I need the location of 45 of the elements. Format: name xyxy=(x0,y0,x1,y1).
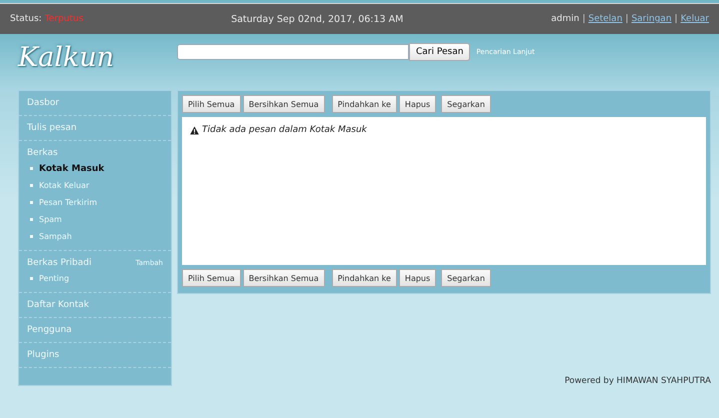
bullet-icon xyxy=(30,201,33,204)
nav-item[interactable]: Dasbor xyxy=(27,98,60,108)
folder-item[interactable]: Kotak Keluar xyxy=(39,181,90,190)
search-button[interactable]: Cari Pesan xyxy=(409,43,470,61)
toolbar-button[interactable]: Bersihkan Semua xyxy=(242,95,325,113)
search-field[interactable] xyxy=(177,44,409,60)
folder-item[interactable]: Penting xyxy=(39,274,70,283)
bullet-icon xyxy=(30,184,33,187)
logo[interactable]: Kalkun xyxy=(18,42,158,72)
toolbar-button[interactable]: Segarkan xyxy=(441,95,491,113)
empty-message: Tidak ada pesan dalam Kotak Masuk xyxy=(202,125,367,135)
toolbar-button[interactable]: Hapus xyxy=(398,269,436,287)
nav-item[interactable]: Pengguna xyxy=(27,325,72,335)
top-link[interactable]: Keluar xyxy=(680,14,709,24)
status-value: Terputus xyxy=(44,14,84,24)
footer-text: Powered by HIMAWAN SYAHPUTRA xyxy=(564,376,711,386)
date-time: Saturday Sep 02nd, 2017, 06:13 AM xyxy=(231,14,404,24)
bullet-icon xyxy=(30,277,33,280)
folder-item[interactable]: Sampah xyxy=(39,232,72,241)
warning-icon xyxy=(190,126,199,134)
nav-item[interactable]: Berkas Pribadi xyxy=(27,258,92,268)
folder-item[interactable]: Spam xyxy=(39,215,62,224)
bullet-icon xyxy=(30,167,33,170)
bullet-icon xyxy=(30,218,33,221)
separator: | xyxy=(674,14,678,24)
nav-item[interactable]: Berkas xyxy=(27,148,58,158)
separator: | xyxy=(625,14,628,24)
separator: | xyxy=(582,14,586,24)
toolbar-button[interactable]: Segarkan xyxy=(441,269,491,287)
folder-item[interactable]: Kotak Masuk xyxy=(39,164,104,174)
user-name: admin xyxy=(551,14,580,24)
status-label: Status: xyxy=(10,14,42,24)
toolbar-button[interactable]: Pindahkan ke xyxy=(332,95,397,113)
toolbar-button[interactable]: Pindahkan ke xyxy=(332,269,397,287)
nav-item[interactable]: Tulis pesan xyxy=(27,123,77,133)
toolbar-button[interactable]: Pilih Semua xyxy=(182,269,241,287)
bullet-icon xyxy=(30,235,33,238)
toolbar-button[interactable]: Hapus xyxy=(398,95,436,113)
nav-item[interactable]: Daftar Kontak xyxy=(27,300,89,310)
toolbar-button[interactable]: Bersihkan Semua xyxy=(242,269,325,287)
nav-item[interactable]: Plugins xyxy=(27,350,60,360)
folder-item[interactable]: Pesan Terkirim xyxy=(39,198,98,207)
toolbar-button[interactable]: Pilih Semua xyxy=(182,95,241,113)
top-link[interactable]: Setelan xyxy=(588,14,622,24)
top-link[interactable]: Saringan xyxy=(631,14,672,24)
